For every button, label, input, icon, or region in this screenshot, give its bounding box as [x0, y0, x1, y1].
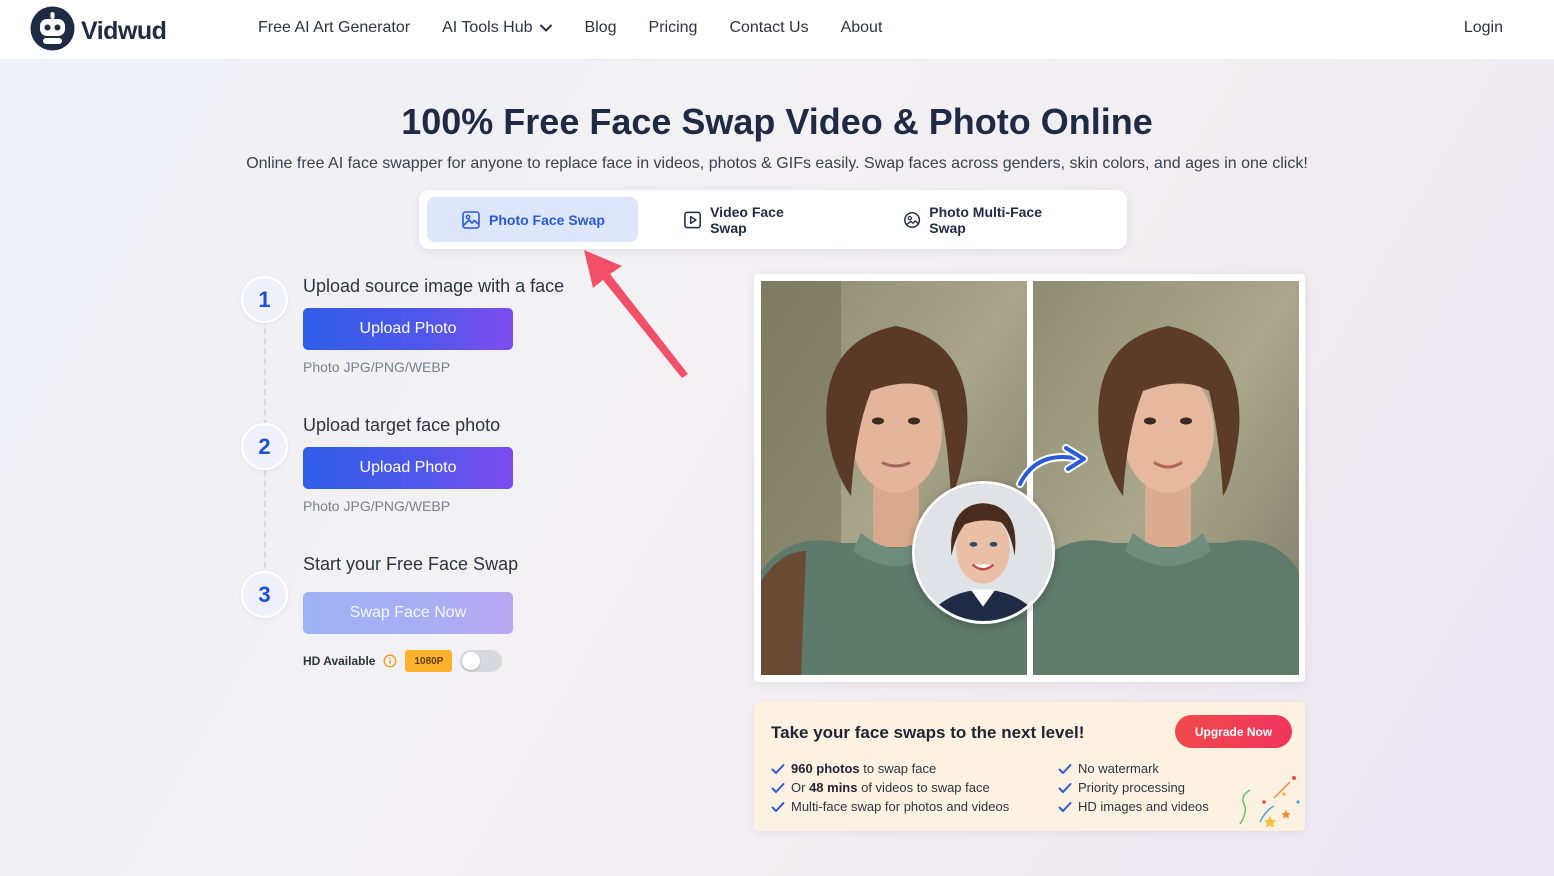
hd-toggle[interactable]	[460, 650, 503, 672]
feature-text: Priority processing	[1078, 780, 1185, 795]
upgrade-now-button[interactable]: Upgrade Now	[1175, 715, 1292, 748]
feature-text: Multi-face swap for photos and videos	[791, 799, 1010, 814]
nav-label: Blog	[584, 19, 617, 36]
nav-label: About	[840, 19, 883, 36]
feature-item: 960 photos to swap face	[771, 759, 1009, 778]
nav-pricing[interactable]: Pricing	[649, 18, 698, 38]
mode-tabs: Photo Face Swap Video Face Swap Photo Mu…	[419, 190, 1127, 249]
image-icon	[462, 210, 480, 229]
step-title: Upload source image with a face	[303, 276, 565, 296]
feature-text: No watermark	[1078, 761, 1159, 776]
tab-photo-face-swap[interactable]: Photo Face Swap	[427, 197, 638, 242]
multi-face-icon	[904, 211, 921, 228]
upgrade-title: Take your face swaps to the next level!	[771, 723, 1085, 742]
step-number: 2	[241, 423, 288, 470]
source-face-thumbnail	[912, 481, 1055, 624]
swap-direction-arrow-icon	[1016, 444, 1088, 488]
check-icon	[771, 801, 785, 812]
main-nav: Free AI Art Generator AI Tools Hub Blog …	[258, 18, 914, 38]
nav-about[interactable]: About	[841, 18, 883, 38]
resolution-badge: 1080P	[405, 650, 453, 672]
nav-label: AI Tools Hub	[442, 19, 533, 36]
hd-option-row: HD Available 1080P	[303, 650, 503, 672]
feature-text: HD images and videos	[1078, 799, 1209, 814]
check-icon	[1058, 763, 1072, 774]
swap-face-now-button[interactable]: Swap Face Now	[303, 592, 513, 634]
tab-label: Video Face Swap	[710, 203, 784, 236]
video-icon	[684, 211, 701, 228]
features-right: No watermark Priority processing HD imag…	[1058, 759, 1209, 816]
tab-photo-multi-face-swap[interactable]: Photo Multi-Face Swap	[887, 197, 1087, 242]
nav-free-ai-art-generator[interactable]: Free AI Art Generator	[258, 18, 410, 38]
tab-label: Photo Face Swap	[489, 211, 605, 228]
page-title: 100% Free Face Swap Video & Photo Online	[401, 101, 1153, 142]
brand-name: Vidwud	[81, 17, 167, 45]
nav-label: Contact Us	[729, 19, 809, 36]
brand-logo[interactable]: Vidwud	[30, 6, 167, 51]
check-icon	[771, 782, 785, 793]
features-left: 960 photos to swap face Or 48 mins of vi…	[771, 759, 1009, 816]
nav-contact-us[interactable]: Contact Us	[729, 18, 808, 38]
site-header: Vidwud Free AI Art Generator AI Tools Hu…	[0, 0, 1554, 60]
upload-target-button[interactable]: Upload Photo	[303, 447, 513, 489]
feature-text: Or 48 mins of videos to swap face	[791, 780, 990, 795]
toggle-knob	[462, 652, 481, 670]
feature-text: 960 photos to swap face	[791, 761, 937, 776]
nav-label: Pricing	[648, 19, 698, 36]
tab-label: Photo Multi-Face Swap	[929, 203, 1043, 236]
info-icon[interactable]	[383, 654, 397, 668]
upgrade-card: Take your face swaps to the next level! …	[754, 702, 1305, 831]
feature-item: HD images and videos	[1058, 797, 1209, 816]
nav-blog[interactable]: Blog	[585, 18, 617, 38]
step-title: Start your Free Face Swap	[303, 554, 519, 574]
feature-item: Priority processing	[1058, 778, 1209, 797]
check-icon	[1058, 782, 1072, 793]
step-title: Upload target face photo	[303, 415, 501, 435]
robot-logo-icon	[30, 6, 75, 51]
before-after-preview	[754, 274, 1305, 682]
feature-item: Multi-face swap for photos and videos	[771, 797, 1009, 816]
hd-label: HD Available	[303, 654, 376, 668]
check-icon	[1058, 801, 1072, 812]
file-types-hint: Photo JPG/PNG/WEBP	[303, 498, 451, 514]
login-link[interactable]: Login	[1464, 18, 1503, 38]
check-icon	[771, 763, 785, 774]
feature-item: Or 48 mins of videos to swap face	[771, 778, 1009, 797]
pointer-arrow-icon	[584, 250, 688, 378]
confetti-icon	[1239, 776, 1300, 828]
nav-label: Free AI Art Generator	[258, 19, 411, 36]
nav-ai-tools-hub[interactable]: AI Tools Hub	[442, 18, 552, 38]
step-number: 3	[241, 571, 288, 618]
chevron-down-icon	[539, 24, 552, 32]
file-types-hint: Photo JPG/PNG/WEBP	[303, 359, 451, 375]
feature-item: No watermark	[1058, 759, 1209, 778]
page-subtitle: Online free AI face swapper for anyone t…	[246, 155, 1308, 172]
source-face-image	[915, 484, 1052, 621]
upload-source-button[interactable]: Upload Photo	[303, 308, 513, 350]
tab-video-face-swap[interactable]: Video Face Swap	[667, 197, 837, 242]
step-number: 1	[241, 276, 288, 323]
